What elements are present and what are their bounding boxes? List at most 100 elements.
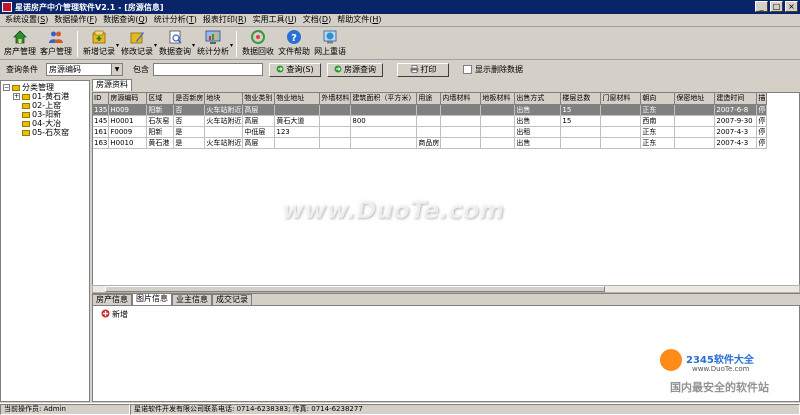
table-cell: 黄石大道: [274, 115, 321, 127]
toolbar-customer-management[interactable]: 客户管理: [38, 28, 74, 59]
table-cell: [319, 126, 352, 138]
column-header[interactable]: 出售方式: [514, 93, 562, 105]
query-button[interactable]: 查询(S): [269, 62, 321, 77]
column-header[interactable]: 外墙材料: [319, 93, 352, 105]
table-cell: 123: [274, 126, 321, 138]
column-header[interactable]: 物业类别: [242, 93, 276, 105]
menu-data-operations[interactable]: 数据操作(F): [51, 14, 100, 26]
tab-deal-records[interactable]: 成交记录: [212, 294, 252, 305]
menu-tools[interactable]: 实用工具(U): [250, 14, 300, 26]
app-icon: [2, 2, 12, 12]
column-header[interactable]: 地板材料: [480, 93, 516, 105]
table-cell: 停: [756, 137, 768, 149]
column-header[interactable]: 地块: [204, 93, 244, 105]
status-operator: 当前操作员: Admin: [0, 404, 130, 415]
table-cell: 163: [93, 137, 110, 149]
menu-system-settings[interactable]: 系统设置(S): [2, 14, 51, 26]
close-button[interactable]: ×: [785, 1, 798, 12]
column-header[interactable]: 楼层总数: [560, 93, 602, 105]
table-cell: [416, 126, 442, 138]
column-header[interactable]: 是否新房: [173, 93, 206, 105]
tab-picture-info[interactable]: 图片信息: [132, 293, 172, 305]
toolbar-online[interactable]: 网上重语: [312, 28, 348, 59]
table-cell: F0009: [108, 126, 148, 138]
column-header[interactable]: 建造时间: [714, 93, 758, 105]
search-input[interactable]: [153, 63, 263, 76]
show-deleted-checkbox[interactable]: [463, 65, 472, 74]
menu-report-print[interactable]: 报表打印(R): [200, 14, 250, 26]
condition-select[interactable]: 房源编码 ▼: [46, 63, 123, 76]
table-cell: 否: [173, 115, 206, 127]
minimize-button[interactable]: _: [755, 1, 768, 12]
column-header[interactable]: 门窗材料: [600, 93, 642, 105]
scrollbar-thumb[interactable]: [105, 286, 605, 292]
chevron-down-icon[interactable]: ▾: [230, 42, 233, 49]
table-cell: 145: [93, 115, 110, 127]
toolbar-data-recycle[interactable]: 数据回收: [240, 28, 276, 59]
expand-icon[interactable]: +: [13, 93, 20, 100]
column-header[interactable]: 内墙材料: [440, 93, 482, 105]
collapse-icon[interactable]: −: [3, 84, 10, 91]
table-cell: 火车站附近: [204, 115, 244, 127]
table-cell: [480, 104, 516, 116]
column-header[interactable]: ID: [93, 93, 110, 105]
table-cell: [600, 137, 642, 149]
folder-icon: [22, 102, 30, 109]
table-row[interactable]: 161 F0009 阳新是 中低层 123 出租 正东 2007-4-3 停: [93, 126, 768, 138]
toolbar-property-management[interactable]: 房产管理: [2, 28, 38, 59]
column-header[interactable]: 朝向: [640, 93, 676, 105]
query-icon: [276, 65, 284, 75]
table-cell: [350, 104, 418, 116]
table-cell: [440, 137, 482, 149]
chevron-down-icon[interactable]: ▼: [111, 64, 122, 75]
menu-help[interactable]: 帮助文件(H): [334, 14, 384, 26]
column-header[interactable]: 描: [756, 93, 768, 105]
title-bar: 星诺房产中介管理软件V2.1 - [房源信息] _ □ ×: [0, 0, 800, 14]
column-header[interactable]: 建筑面积（平方米）: [350, 93, 418, 105]
table-cell: [416, 115, 442, 127]
menu-data-query[interactable]: 数据查询(Q): [100, 14, 151, 26]
table-cell: 正东: [640, 104, 676, 116]
toolbar-add-record[interactable]: 新增记录: [81, 28, 117, 59]
window-title: 星诺房产中介管理软件V2.1 - [房源信息]: [15, 2, 164, 12]
toolbar-edit-record[interactable]: 修改记录: [119, 28, 155, 59]
horizontal-scrollbar[interactable]: [92, 285, 800, 293]
category-tree: − 分类管理 + 01-黄石港 02-上窑 03-阳新 04-大冶 05-石灰窑: [0, 80, 90, 402]
menu-documents[interactable]: 文档(D): [300, 14, 334, 26]
tab-property-info[interactable]: 房产信息: [92, 294, 132, 305]
table-cell: 停: [756, 126, 768, 138]
print-button[interactable]: 打印: [397, 62, 449, 77]
table-row[interactable]: 135 H009 阳新否火车站附近 高层 出售 15 正东 2007-6-8 停: [93, 104, 768, 116]
table-cell: 高层: [242, 137, 276, 149]
column-header[interactable]: 房源编码: [108, 93, 148, 105]
toolbar-statistics[interactable]: 统计分析: [195, 28, 231, 59]
table-cell: [600, 126, 642, 138]
column-header[interactable]: 保密地址: [674, 93, 716, 105]
tab-owner-info[interactable]: 业主信息: [172, 294, 212, 305]
column-header[interactable]: 区域: [146, 93, 175, 105]
table-cell: 2007-4-3: [714, 137, 758, 149]
add-record-icon: [91, 29, 107, 45]
table-cell: [600, 104, 642, 116]
toolbar-file-help[interactable]: ? 文件帮助: [276, 28, 312, 59]
table-cell: 正东: [640, 126, 676, 138]
toolbar-data-query[interactable]: 数据查询: [157, 28, 193, 59]
column-header[interactable]: 物业地址: [274, 93, 321, 105]
table-cell: 商品房: [416, 137, 442, 149]
table-row[interactable]: 163 H0010 黄石港是火车站附近 高层 商品房 出售 正东 2007-4-3 停: [93, 137, 768, 149]
table-row[interactable]: 145 H0001 石灰窑否火车站附近 高层 黄石大道 800 出售 15 西南 2007-9-3…: [93, 115, 768, 127]
add-button[interactable]: 新增: [101, 309, 128, 320]
menu-statistics[interactable]: 统计分析(T): [151, 14, 200, 26]
column-header[interactable]: 用途: [416, 93, 442, 105]
table-cell: [560, 137, 602, 149]
tree-item[interactable]: 05-石灰窑: [3, 128, 89, 137]
contains-label: 包含: [133, 65, 149, 74]
tab-housing-info[interactable]: 房源资料: [92, 79, 132, 91]
table-cell: 阳新: [146, 126, 175, 138]
maximize-button[interactable]: □: [770, 1, 783, 12]
housing-query-button[interactable]: 房源查询: [327, 62, 383, 77]
table-cell: 否: [173, 104, 206, 116]
table-cell: H0001: [108, 115, 148, 127]
table-cell: [480, 115, 516, 127]
table-cell: 出售: [514, 104, 562, 116]
